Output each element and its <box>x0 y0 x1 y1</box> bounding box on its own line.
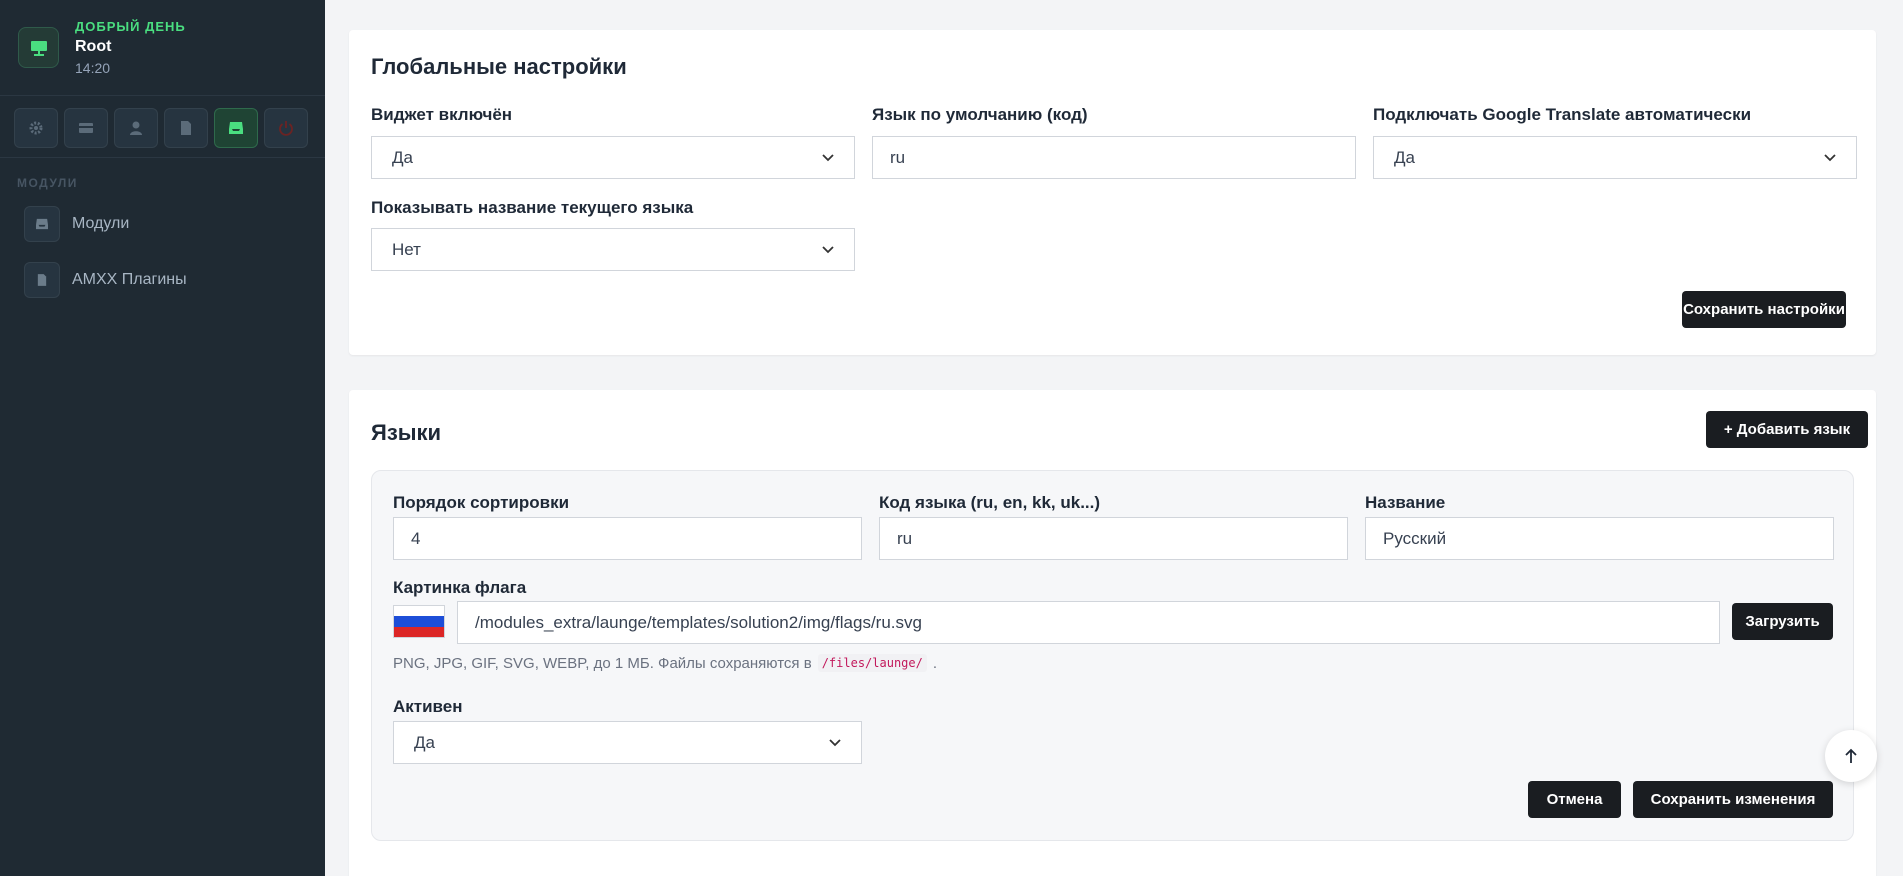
chevron-down-icon <box>822 153 834 161</box>
gear-icon <box>29 121 43 135</box>
sidebar-item-label: Модули <box>72 215 130 232</box>
save-changes-button[interactable]: Сохранить изменения <box>1633 781 1833 818</box>
lang-name-input[interactable]: Русский <box>1365 517 1834 560</box>
presentation-icon <box>18 27 59 68</box>
widget-enabled-label: Виджет включён <box>371 105 513 124</box>
flag-preview <box>393 605 445 638</box>
add-language-button[interactable]: + Добавить язык <box>1706 411 1868 448</box>
sidebar-toolbar <box>0 96 325 158</box>
sidebar-item-modules[interactable]: Модули <box>0 200 325 248</box>
file-icon <box>24 262 60 298</box>
active-select[interactable]: Да <box>393 721 862 764</box>
card-title: Глобальные настройки <box>371 54 627 79</box>
lang-name-label: Название <box>1365 493 1446 512</box>
sidebar: ДОБРЫЙ ДЕНЬ Root 14:20 МОДУЛИ Модули AMX… <box>0 0 325 876</box>
payments-button[interactable] <box>64 108 108 148</box>
show-lang-name-label: Показывать название текущего языка <box>371 198 694 217</box>
upload-button[interactable]: Загрузить <box>1732 603 1833 640</box>
flag-path-input[interactable]: /modules_extra/launge/templates/solution… <box>457 601 1720 644</box>
widget-enabled-select[interactable]: Да <box>371 136 855 179</box>
upload-hint-end: . <box>932 654 938 672</box>
main-content: Глобальные настройки Виджет включён Да Я… <box>325 0 1903 876</box>
inbox-icon <box>229 122 243 134</box>
card-icon <box>79 123 93 133</box>
scroll-to-top-button[interactable] <box>1825 730 1877 782</box>
profile-button[interactable] <box>114 108 158 148</box>
lang-code-input[interactable]: ru <box>879 517 1348 560</box>
sidebar-item-amxx-plugins[interactable]: AMXX Плагины <box>0 256 325 304</box>
show-lang-name-select[interactable]: Нет <box>371 228 855 271</box>
default-lang-input[interactable]: ru <box>872 136 1356 179</box>
upload-hint-text: PNG, JPG, GIF, SVG, WEBP, до 1 МБ. Файлы… <box>393 654 812 672</box>
card-title: Языки <box>371 420 442 445</box>
arrow-up-icon <box>1845 748 1857 763</box>
logout-button[interactable] <box>264 108 308 148</box>
power-icon <box>279 121 293 136</box>
language-edit-form: Порядок сортировки 4 Код языка (ru, en, … <box>371 470 1854 841</box>
user-time: 14:20 <box>75 60 111 76</box>
modules-button[interactable] <box>214 108 258 148</box>
active-label: Активен <box>393 697 463 716</box>
default-lang-label: Язык по умолчанию (код) <box>872 105 1088 124</box>
save-settings-button[interactable]: Сохранить настройки <box>1682 291 1846 328</box>
chevron-down-icon <box>1824 153 1836 161</box>
sort-order-input[interactable]: 4 <box>393 517 862 560</box>
flag-label: Картинка флага <box>393 578 527 597</box>
user-icon <box>130 121 142 135</box>
greeting-text: ДОБРЫЙ ДЕНЬ <box>75 19 186 34</box>
user-name: Root <box>75 38 112 55</box>
sort-order-label: Порядок сортировки <box>393 493 570 512</box>
global-settings-card: Глобальные настройки Виджет включён Да Я… <box>349 30 1876 355</box>
upload-hint: PNG, JPG, GIF, SVG, WEBP, до 1 МБ. Файлы… <box>393 654 937 672</box>
section-label: МОДУЛИ <box>17 176 78 190</box>
lang-code-label: Код языка (ru, en, kk, uk...) <box>879 493 1101 512</box>
file-icon <box>181 121 191 135</box>
google-translate-label: Подключать Google Translate автоматическ… <box>1373 105 1752 124</box>
chevron-down-icon <box>822 245 834 253</box>
chevron-down-icon <box>829 738 841 746</box>
google-translate-select[interactable]: Да <box>1373 136 1857 179</box>
inbox-icon <box>24 206 60 242</box>
user-panel: ДОБРЫЙ ДЕНЬ Root 14:20 <box>0 0 325 96</box>
settings-button[interactable] <box>14 108 58 148</box>
upload-path-code: /files/launge/ <box>817 654 927 672</box>
languages-card: Языки + Добавить язык Порядок сортировки… <box>349 390 1876 876</box>
files-button[interactable] <box>164 108 208 148</box>
cancel-button[interactable]: Отмена <box>1528 781 1621 818</box>
sidebar-item-label: AMXX Плагины <box>72 271 187 288</box>
